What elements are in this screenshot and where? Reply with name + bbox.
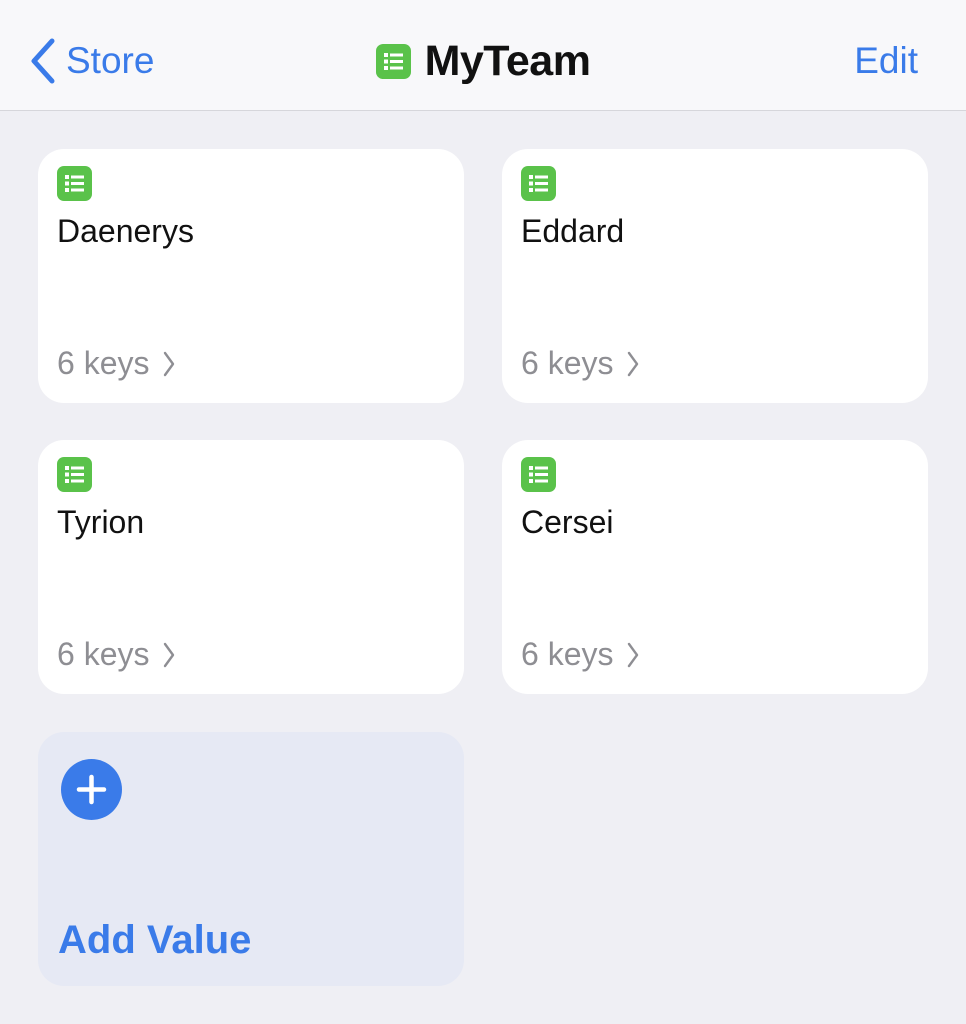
value-card-tyrion[interactable]: Tyrion 6 keys bbox=[38, 440, 464, 694]
add-value-button[interactable]: Add Value bbox=[38, 732, 464, 986]
spreadsheet-icon bbox=[521, 457, 556, 492]
add-value-label: Add Value bbox=[58, 918, 252, 962]
page-title-text: MyTeam bbox=[424, 36, 591, 85]
card-keys-count: 6 keys bbox=[57, 345, 150, 381]
card-name: Daenerys bbox=[57, 213, 194, 249]
card-keys-link[interactable]: 6 keys bbox=[57, 636, 175, 673]
chevron-right-icon bbox=[164, 351, 175, 376]
card-keys-count: 6 keys bbox=[57, 636, 150, 672]
card-name: Eddard bbox=[521, 213, 625, 249]
card-keys-link[interactable]: 6 keys bbox=[521, 636, 639, 673]
edit-button[interactable]: Edit bbox=[854, 36, 918, 86]
card-keys-count: 6 keys bbox=[521, 636, 614, 672]
chevron-right-icon bbox=[628, 351, 639, 376]
value-card-daenerys[interactable]: Daenerys 6 keys bbox=[38, 149, 464, 403]
card-keys-link[interactable]: 6 keys bbox=[57, 345, 175, 382]
card-keys-link[interactable]: 6 keys bbox=[521, 345, 639, 382]
value-card-cersei[interactable]: Cersei 6 keys bbox=[502, 440, 928, 694]
plus-circle-icon bbox=[61, 759, 122, 820]
spreadsheet-icon bbox=[57, 457, 92, 492]
card-name: Tyrion bbox=[57, 504, 145, 540]
card-keys-count: 6 keys bbox=[521, 345, 614, 381]
chevron-right-icon bbox=[164, 642, 175, 667]
spreadsheet-icon bbox=[375, 43, 411, 79]
card-name: Cersei bbox=[521, 504, 614, 540]
page-title: MyTeam bbox=[0, 36, 966, 86]
spreadsheet-icon bbox=[57, 166, 92, 201]
navigation-bar: Store MyTeam Edit bbox=[0, 0, 966, 111]
chevron-right-icon bbox=[628, 642, 639, 667]
spreadsheet-icon bbox=[521, 166, 556, 201]
value-card-eddard[interactable]: Eddard 6 keys bbox=[502, 149, 928, 403]
